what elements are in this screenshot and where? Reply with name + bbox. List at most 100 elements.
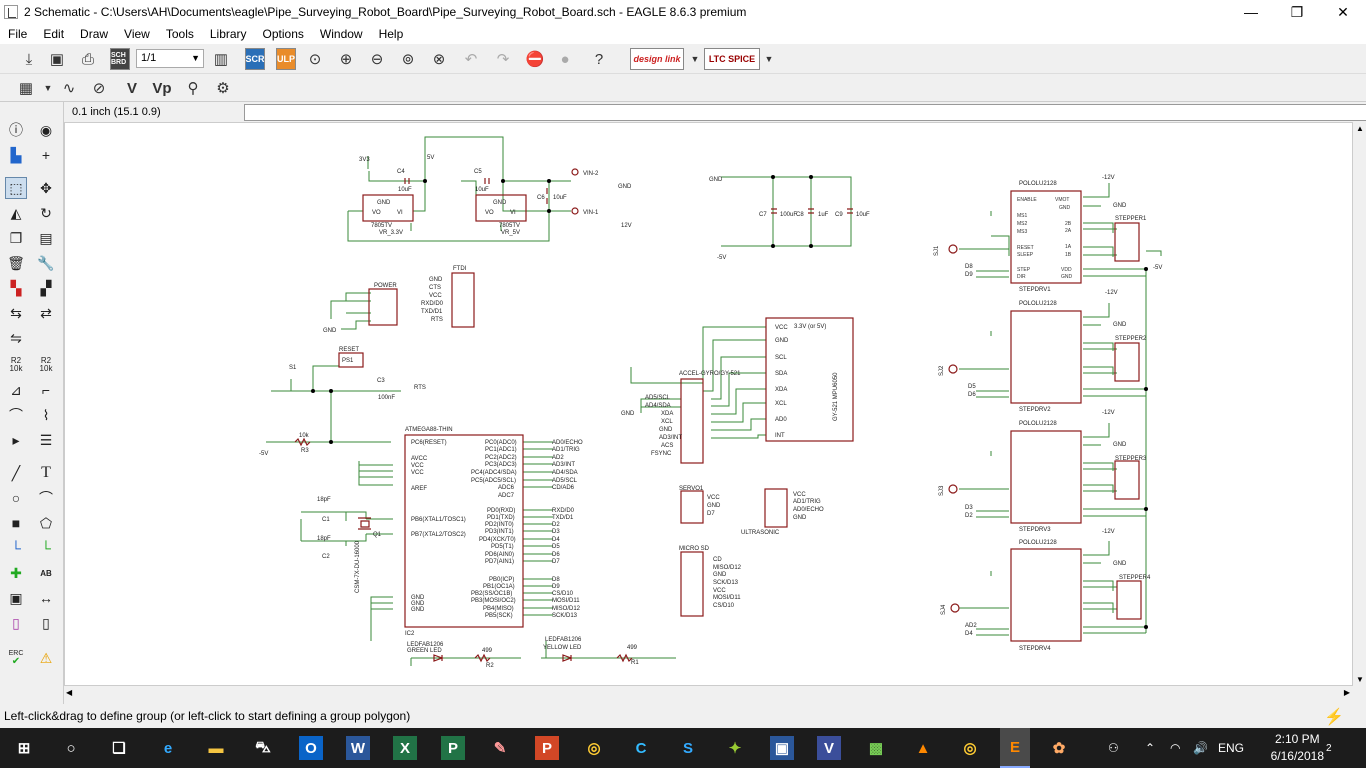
warning-icon[interactable]: ⚠	[35, 647, 57, 669]
chevron-down-icon[interactable]: ▼	[758, 48, 780, 70]
grid-icon[interactable]: ▦	[15, 77, 37, 99]
split-icon[interactable]: ⌒	[5, 404, 27, 426]
rectangle-icon[interactable]: ■	[5, 512, 27, 534]
vlc-icon[interactable]: ▲	[911, 736, 935, 760]
wifi-icon[interactable]: ◠	[1170, 728, 1180, 768]
people-icon[interactable]: ⚇	[1108, 728, 1119, 768]
move-icon[interactable]: ✥	[35, 177, 57, 199]
chevron-down-icon[interactable]: ▼	[684, 48, 706, 70]
minimize-button[interactable]: —	[1228, 0, 1274, 24]
layer-icon[interactable]: ▥	[210, 48, 232, 70]
dev-tool-icon[interactable]: ✦	[723, 736, 747, 760]
save-icon[interactable]: ▣	[46, 48, 68, 70]
delete-icon[interactable]: 🗑	[5, 252, 27, 274]
clock[interactable]: 2:10 PM 6/16/2018	[1271, 731, 1324, 765]
chrome-icon-2[interactable]: ◎	[958, 736, 982, 760]
start-windows-icon[interactable]: ⊞	[12, 736, 36, 760]
ltc-spice-button[interactable]: LTC SPICE	[704, 48, 760, 70]
bus-draw-icon[interactable]: └	[35, 537, 57, 559]
waveform-icon[interactable]: ∿	[58, 77, 80, 99]
wire-icon[interactable]: ╱	[5, 462, 27, 484]
chevron-down-icon[interactable]: ▼	[37, 77, 59, 99]
design-link-button[interactable]: design link	[630, 48, 684, 70]
port-icon[interactable]: ▯	[35, 612, 57, 634]
pin-swap-icon[interactable]: ⇋	[5, 327, 27, 349]
chrome-icon[interactable]: ◎	[582, 736, 606, 760]
label-icon[interactable]: AB	[35, 562, 57, 584]
text-icon[interactable]: T	[35, 462, 57, 484]
script-button[interactable]: SCR	[245, 48, 265, 70]
add-part-icon[interactable]: ▚	[5, 277, 27, 299]
gear-icon[interactable]: ⚙	[212, 77, 234, 99]
command-line-input[interactable]: ⌄	[244, 104, 1366, 121]
arc-icon[interactable]: ⌒	[35, 487, 57, 509]
teams-icon[interactable]: ▣	[770, 736, 794, 760]
sch-brd-button[interactable]: SCH BRD	[110, 48, 130, 70]
layer-setting-icon[interactable]: ▙	[5, 144, 27, 166]
redo-icon[interactable]: ↷	[492, 48, 514, 70]
paint-icon[interactable]: ✎	[488, 736, 512, 760]
menu-library[interactable]: Library	[202, 27, 255, 41]
zoom-select-icon[interactable]: ⊗	[428, 48, 450, 70]
voltage-probe-icon[interactable]: V	[121, 77, 143, 99]
smash-icon[interactable]: ⊿	[5, 379, 27, 401]
paste-icon[interactable]: ▤	[35, 227, 57, 249]
skype-icon[interactable]: S	[676, 736, 700, 760]
dimension-icon[interactable]: ↔	[35, 587, 57, 609]
zoom-in-icon[interactable]: ⊕	[335, 48, 357, 70]
search-icon[interactable]: ○	[59, 736, 83, 760]
info-icon[interactable]: ⓘ	[5, 119, 27, 141]
miter-icon[interactable]: ⌐	[35, 379, 57, 401]
open-icon[interactable]: ⤓	[18, 48, 40, 70]
menu-view[interactable]: View	[116, 27, 158, 41]
phase-probe-icon[interactable]: Vp	[151, 77, 173, 99]
language-indicator[interactable]: ENG	[1218, 728, 1244, 768]
replace-icon[interactable]: ▞	[35, 277, 57, 299]
eagle-icon[interactable]: E	[1000, 728, 1030, 768]
store-icon[interactable]: ⛍	[251, 736, 275, 760]
ulp-button[interactable]: ULP	[276, 48, 296, 70]
menu-help[interactable]: Help	[371, 27, 412, 41]
eye-icon[interactable]: ◉	[35, 119, 57, 141]
polygon-icon[interactable]: ⬠	[35, 512, 57, 534]
file-explorer-icon[interactable]: ▬	[204, 736, 228, 760]
paint3d-icon[interactable]: ✿	[1047, 736, 1071, 760]
menu-edit[interactable]: Edit	[35, 27, 72, 41]
erc-icon[interactable]: ERC ✔	[5, 647, 27, 669]
bus-icon[interactable]: ☰	[35, 429, 57, 451]
edge-icon[interactable]: e	[156, 736, 180, 760]
group-select-icon[interactable]: ⬚	[5, 177, 27, 199]
optimize-icon[interactable]: ⌇	[35, 404, 57, 426]
scroll-down-icon[interactable]: ▼	[1356, 675, 1364, 684]
zoom-redraw-icon[interactable]: ⊚	[397, 48, 419, 70]
junction-icon[interactable]: ✚	[5, 562, 27, 584]
notification-icon[interactable]: 2	[1326, 728, 1332, 768]
task-view-icon[interactable]: ❏	[107, 736, 131, 760]
go-icon[interactable]: ●	[554, 48, 576, 70]
simulate-icon[interactable]: ⚲	[182, 77, 204, 99]
outlook-icon[interactable]: O	[299, 736, 323, 760]
print-icon[interactable]: ⎙	[77, 48, 99, 70]
module-icon[interactable]: ▯	[5, 612, 27, 634]
menu-tools[interactable]: Tools	[158, 27, 202, 41]
run-icon[interactable]: ⚡	[1324, 706, 1344, 730]
chevron-up-icon[interactable]: ⌃	[1145, 728, 1155, 768]
visio-icon[interactable]: V	[817, 736, 841, 760]
mirror-icon[interactable]: ◭	[5, 202, 27, 224]
copy-icon[interactable]: ❐	[5, 227, 27, 249]
close-button[interactable]: ✕	[1320, 0, 1366, 24]
project-icon[interactable]: P	[441, 736, 465, 760]
menu-window[interactable]: Window	[312, 27, 371, 41]
menu-file[interactable]: File	[0, 27, 35, 41]
excel-icon[interactable]: X	[393, 736, 417, 760]
name-tool-icon[interactable]: R2 10k	[5, 354, 27, 376]
stop-icon[interactable]: ⛔	[524, 48, 546, 70]
powerpoint-icon[interactable]: P	[535, 736, 559, 760]
menu-draw[interactable]: Draw	[72, 27, 116, 41]
attribute-icon[interactable]: ▸	[5, 429, 27, 451]
zoom-fit-icon[interactable]: ⊙	[304, 48, 326, 70]
help-icon[interactable]: ?	[588, 48, 610, 70]
wrench-icon[interactable]: 🔧	[35, 252, 57, 274]
undo-icon[interactable]: ↶	[460, 48, 482, 70]
value-tool-icon[interactable]: R2 10k	[35, 354, 57, 376]
